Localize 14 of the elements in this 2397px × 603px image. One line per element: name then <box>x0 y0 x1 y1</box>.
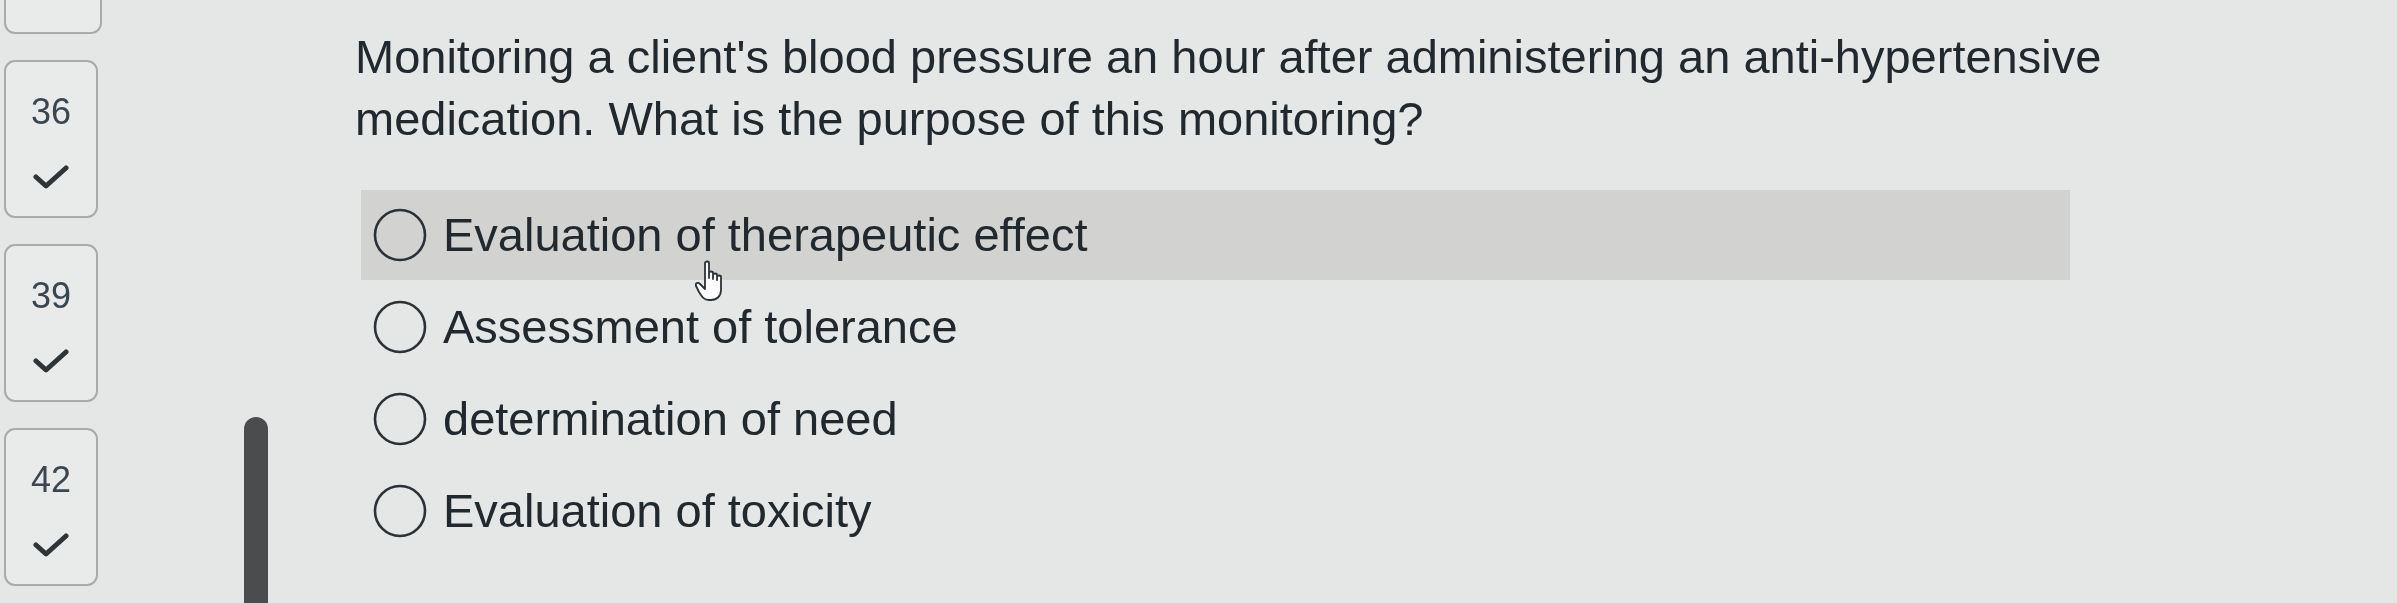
question-nav-button[interactable]: 39 <box>4 244 98 402</box>
answer-option[interactable]: Assessment of tolerance <box>361 282 2070 372</box>
question-nav-button[interactable]: 42 <box>4 428 98 586</box>
question-text: Monitoring a client's blood pressure an hour after administering an anti-hypertensive medication. What is the purpose of this monitoring? <box>355 29 2103 147</box>
question-number: 36 <box>30 90 71 134</box>
radio-button[interactable] <box>373 484 427 538</box>
question-nav-button[interactable]: 36 <box>4 60 98 218</box>
question-number: 39 <box>30 274 71 318</box>
radio-button[interactable] <box>373 300 427 354</box>
radio-button[interactable] <box>373 392 427 446</box>
question-number: 42 <box>30 458 71 502</box>
radio-button[interactable] <box>373 208 427 262</box>
answer-option[interactable]: determination of need <box>361 374 2070 464</box>
answer-option[interactable]: Evaluation of toxicity <box>361 466 2070 556</box>
